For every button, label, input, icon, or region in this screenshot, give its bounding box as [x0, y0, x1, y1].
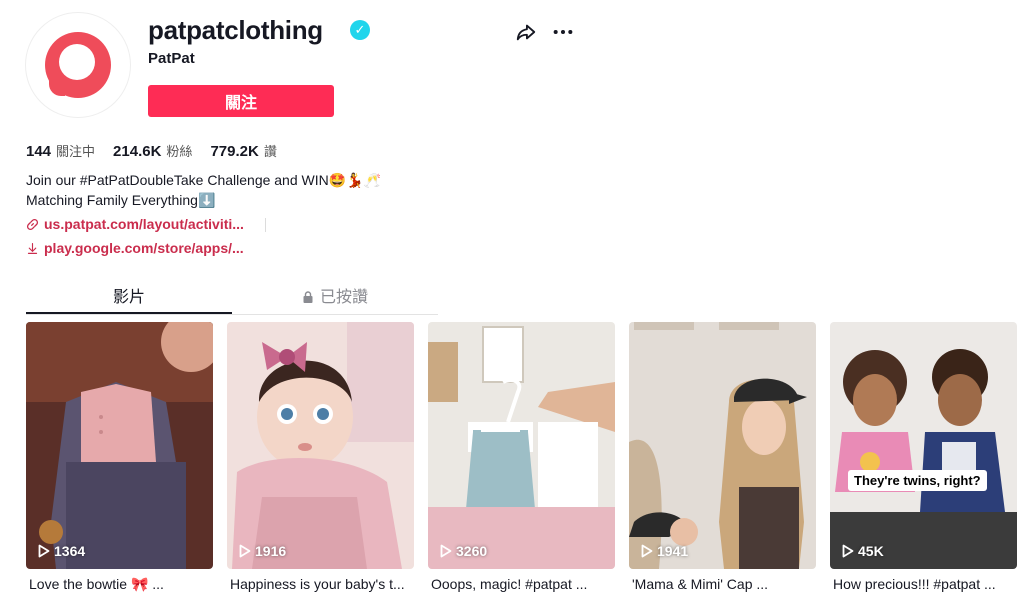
likes-value: 779.2K: [210, 143, 259, 160]
download-icon: [27, 242, 38, 254]
bio-line-2: Matching Family Everything⬇️: [26, 192, 216, 208]
video-card[interactable]: 1941 'Mama & Mimi' Cap ...: [629, 322, 816, 593]
likes-count: 779.2K 讚: [210, 141, 276, 160]
profile-tabs: 影片 已按讚: [26, 283, 438, 315]
lock-icon: [303, 291, 313, 303]
video-thumbnail[interactable]: They're twins, right? 45K: [830, 322, 1017, 569]
followers-label: 粉絲: [166, 145, 193, 160]
play-count: 1941: [641, 543, 688, 559]
followers-value: 214.6K: [113, 143, 162, 160]
likes-label: 讚: [263, 145, 277, 160]
play-count: 3260: [440, 543, 487, 559]
more-icon[interactable]: [552, 21, 574, 43]
play-icon: [440, 544, 452, 558]
profile-nickname: PatPat: [148, 50, 195, 67]
video-card[interactable]: 3260 Ooops, magic! #patpat ...: [428, 322, 615, 593]
video-thumbnail[interactable]: 1941: [629, 322, 816, 569]
following-count[interactable]: 144 關注中: [26, 141, 95, 160]
tab-liked[interactable]: 已按讚: [232, 283, 438, 314]
bio-link-app[interactable]: play.google.com/store/apps/...: [26, 240, 244, 256]
play-count-value: 45K: [858, 543, 884, 559]
profile-avatar[interactable]: [25, 12, 131, 118]
bio-link-website[interactable]: us.patpat.com/layout/activiti...: [26, 216, 244, 232]
video-card[interactable]: 1916 Happiness is your baby's t...: [227, 322, 414, 593]
play-icon: [38, 544, 50, 558]
link-separator: [265, 218, 266, 232]
play-icon: [641, 544, 653, 558]
share-icon[interactable]: [515, 21, 537, 43]
play-count-value: 1916: [255, 543, 287, 559]
play-count: 45K: [842, 543, 884, 559]
bio-link-app-text: play.google.com/store/apps/...: [44, 240, 244, 256]
play-count-value: 1364: [54, 543, 86, 559]
video-card[interactable]: 1364 Love the bowtie 🎀 ...: [26, 322, 213, 593]
play-count-value: 3260: [456, 543, 488, 559]
following-label: 關注中: [56, 145, 96, 160]
tab-liked-label: 已按讚: [319, 287, 368, 306]
follow-button[interactable]: 關注: [148, 85, 334, 117]
following-value: 144: [26, 143, 52, 160]
bio-line-1: Join our #PatPatDoubleTake Challenge and…: [26, 172, 382, 188]
video-caption[interactable]: 'Mama & Mimi' Cap ...: [629, 576, 816, 592]
patpat-logo: [45, 32, 111, 98]
video-thumbnail[interactable]: 3260: [428, 322, 615, 569]
profile-bio: Join our #PatPatDoubleTake Challenge and…: [26, 170, 381, 210]
play-icon: [842, 544, 854, 558]
video-caption[interactable]: Happiness is your baby's t...: [227, 576, 414, 592]
video-thumbnail-image: [830, 322, 1017, 569]
play-count: 1916: [239, 543, 286, 559]
followers-count[interactable]: 214.6K 粉絲: [113, 141, 192, 160]
play-count: 1364: [38, 543, 85, 559]
video-thumbnail[interactable]: 1916: [227, 322, 414, 569]
video-caption[interactable]: How precious!!! #patpat ...: [830, 576, 1017, 592]
profile-username: patpatclothing: [148, 15, 323, 45]
tab-videos[interactable]: 影片: [26, 283, 232, 314]
verified-badge-icon: ✓: [350, 20, 370, 40]
play-icon: [239, 544, 251, 558]
video-thumbnail-image: [26, 322, 213, 569]
link-icon: [26, 218, 39, 230]
video-caption[interactable]: Ooops, magic! #patpat ...: [428, 576, 615, 592]
video-overlay-text: They're twins, right?: [848, 470, 987, 491]
video-card[interactable]: They're twins, right? 45K How precious!!…: [830, 322, 1017, 593]
bio-link-website-text: us.patpat.com/layout/activiti...: [44, 216, 244, 232]
video-grid: 1364 Love the bowtie 🎀 ... 1916 Happines…: [26, 322, 1017, 593]
play-count-value: 1941: [657, 543, 689, 559]
video-thumbnail-image: [629, 322, 816, 569]
video-caption[interactable]: Love the bowtie 🎀 ...: [26, 576, 213, 593]
video-thumbnail-image: [227, 322, 414, 569]
video-thumbnail[interactable]: 1364: [26, 322, 213, 569]
profile-stats: 144 關注中 214.6K 粉絲 779.2K 讚: [26, 141, 277, 160]
video-thumbnail-image: [428, 322, 615, 569]
